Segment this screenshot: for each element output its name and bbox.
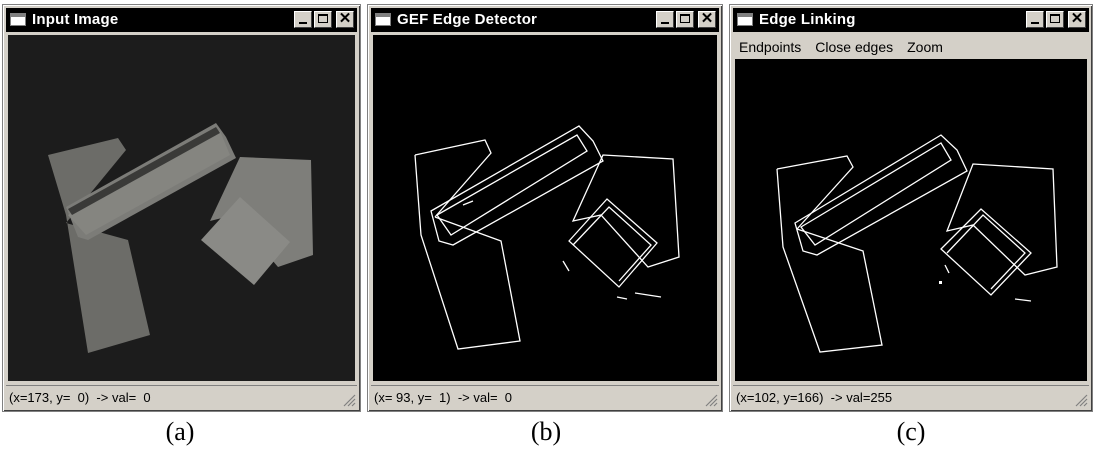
resize-grip-icon[interactable] (342, 393, 356, 407)
status-text: (x= 93, y= 1) -> val= 0 (374, 390, 513, 405)
menu-close-edges[interactable]: Close edges (815, 39, 893, 55)
close-button[interactable]: ✕ (698, 10, 716, 28)
menu-bar: Endpoints Close edges Zoom (733, 35, 1089, 59)
maximize-icon (318, 14, 328, 23)
window-edge-linking: Edge Linking ✕ Endpoints Close edges Zoo… (729, 4, 1093, 412)
titlebar[interactable]: Edge Linking ✕ (733, 8, 1089, 32)
caption-b: (b) (530, 417, 562, 446)
close-button[interactable]: ✕ (1068, 10, 1086, 28)
caption-a: (a) (165, 417, 195, 446)
window-title: Edge Linking (759, 11, 856, 28)
window-gef-edge-detector: GEF Edge Detector ✕ (x= 93, y= 1) -> val… (367, 4, 723, 412)
window-icon[interactable] (10, 13, 26, 26)
window-icon[interactable] (737, 13, 753, 26)
menu-endpoints[interactable]: Endpoints (739, 39, 801, 55)
window-title: Input Image (32, 11, 119, 28)
window-input-image: Input Image ✕ (x=173, y= 0) -> val= 0 (2, 4, 361, 412)
maximize-icon (680, 14, 690, 23)
minimize-icon (661, 22, 669, 24)
close-icon: ✕ (1070, 10, 1084, 27)
status-text: (x=173, y= 0) -> val= 0 (9, 390, 151, 405)
status-text: (x=102, y=166) -> val=255 (736, 390, 893, 405)
status-bar: (x=173, y= 0) -> val= 0 (6, 385, 357, 408)
titlebar[interactable]: GEF Edge Detector ✕ (371, 8, 719, 32)
image-canvas[interactable] (735, 59, 1087, 381)
resize-grip-icon[interactable] (704, 393, 718, 407)
image-canvas[interactable] (8, 35, 355, 381)
resize-grip-icon[interactable] (1074, 393, 1088, 407)
minimize-button[interactable] (1026, 11, 1044, 28)
status-bar: (x= 93, y= 1) -> val= 0 (371, 385, 719, 408)
window-icon[interactable] (375, 13, 391, 26)
close-button[interactable]: ✕ (336, 10, 354, 28)
image-canvas[interactable] (373, 35, 717, 381)
maximize-button[interactable] (314, 11, 332, 28)
minimize-icon (1031, 22, 1039, 24)
titlebar[interactable]: Input Image ✕ (6, 8, 357, 32)
caption-c: (c) (896, 417, 926, 446)
minimize-button[interactable] (656, 11, 674, 28)
window-title: GEF Edge Detector (397, 11, 538, 28)
close-icon: ✕ (338, 10, 352, 27)
status-bar: (x=102, y=166) -> val=255 (733, 385, 1089, 408)
maximize-button[interactable] (676, 11, 694, 28)
minimize-button[interactable] (294, 11, 312, 28)
minimize-icon (299, 22, 307, 24)
maximize-button[interactable] (1046, 11, 1064, 28)
maximize-icon (1050, 14, 1060, 23)
menu-zoom[interactable]: Zoom (907, 39, 943, 55)
close-icon: ✕ (700, 10, 714, 27)
